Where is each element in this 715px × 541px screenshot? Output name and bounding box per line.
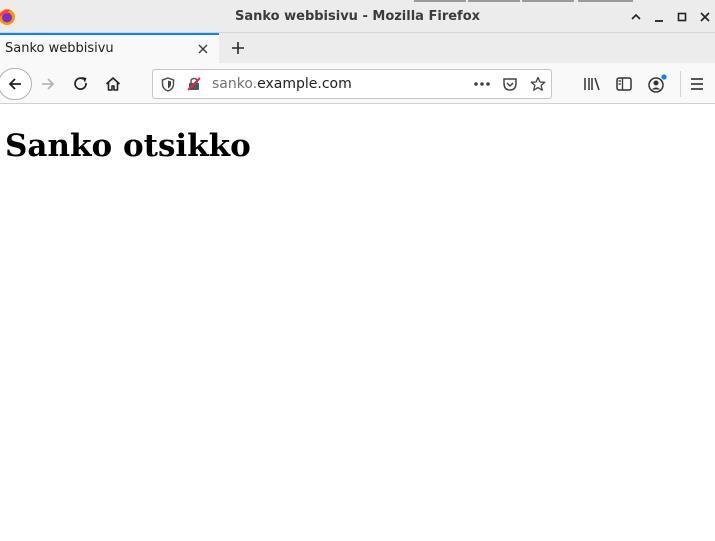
page-actions-icon — [474, 82, 490, 86]
app-menu-button[interactable] — [687, 74, 707, 94]
window-title: Sanko webbisivu - Mozilla Firefox — [234, 9, 481, 24]
pocket-button[interactable] — [501, 76, 519, 92]
url-domain: example.com — [257, 76, 352, 92]
window-maximize-button[interactable] — [672, 7, 692, 27]
forward-icon — [42, 78, 55, 90]
site-identity-button[interactable] — [186, 76, 202, 92]
navigation-toolbar: sanko.example.com — [0, 63, 715, 104]
home-icon — [105, 77, 121, 91]
maximize-icon — [677, 12, 687, 22]
window-restore-button[interactable] — [626, 7, 646, 27]
reload-button[interactable] — [71, 74, 91, 94]
account-icon — [648, 74, 667, 93]
close-icon — [198, 44, 208, 54]
url-bar[interactable]: sanko.example.com — [152, 69, 552, 99]
bookmark-button[interactable] — [529, 76, 547, 92]
window-minimize-button[interactable] — [649, 7, 669, 27]
page-heading: Sanko otsikko — [5, 128, 251, 164]
reload-icon — [74, 77, 87, 90]
url-subdomain: sanko. — [212, 76, 258, 92]
titlebar-decoration — [468, 0, 520, 2]
tab-label: Sanko webbisivu — [5, 41, 114, 56]
bookmark-star-icon — [530, 76, 546, 91]
back-button[interactable] — [0, 68, 32, 100]
window-titlebar: Sanko webbisivu - Mozilla Firefox — [0, 0, 715, 33]
window-close-button[interactable] — [695, 7, 715, 27]
url-text[interactable]: sanko.example.com — [212, 76, 352, 92]
shield-icon — [161, 76, 175, 92]
toolbar-separator — [680, 71, 681, 97]
account-button[interactable] — [646, 74, 668, 94]
library-button[interactable] — [582, 74, 602, 94]
tab-close-button[interactable] — [196, 42, 210, 56]
new-tab-button[interactable] — [228, 38, 248, 58]
page-actions-button[interactable] — [472, 76, 492, 92]
pocket-icon — [503, 78, 517, 91]
tab-sanko-webbisivu[interactable]: Sanko webbisivu — [0, 33, 219, 63]
insecure-lock-icon — [187, 77, 201, 91]
tab-strip: Sanko webbisivu — [0, 33, 715, 63]
tracking-protection-button[interactable] — [160, 76, 176, 92]
library-icon — [584, 77, 600, 91]
titlebar-decoration — [522, 0, 574, 2]
new-tab-icon — [232, 42, 244, 54]
sidebar-button[interactable] — [614, 74, 634, 94]
menu-icon — [691, 78, 703, 90]
page-content: Sanko otsikko — [0, 104, 715, 541]
forward-button[interactable] — [38, 74, 58, 94]
titlebar-decoration — [414, 0, 466, 2]
home-button[interactable] — [103, 74, 123, 94]
sidebar-icon — [616, 77, 632, 91]
minimize-icon — [655, 20, 663, 22]
back-icon — [8, 78, 21, 90]
titlebar-decoration — [578, 0, 633, 2]
chevron-up-icon — [631, 13, 641, 20]
close-icon — [700, 12, 710, 22]
